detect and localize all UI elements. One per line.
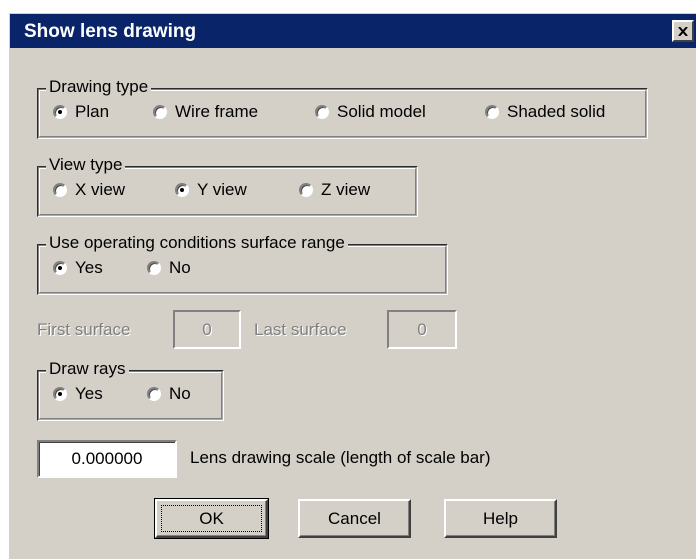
last-surface-value: 0 [417, 319, 427, 339]
view-type-legend: View type [46, 155, 126, 175]
last-surface-field: 0 [387, 310, 457, 349]
radio-draw-rays-no-label: No [169, 384, 191, 403]
radio-indicator[interactable] [147, 387, 161, 401]
radio-indicator[interactable] [53, 261, 67, 275]
radio-indicator[interactable] [53, 105, 67, 119]
help-button[interactable]: Help [444, 499, 557, 538]
radio-shaded-solid-label: Shaded solid [507, 102, 606, 121]
help-button-label: Help [483, 508, 518, 528]
radio-indicator[interactable] [485, 105, 499, 119]
first-surface-value: 0 [202, 319, 212, 339]
radio-solid-model[interactable]: Solid model [315, 102, 426, 122]
scale-value: 0.000000 [71, 449, 143, 468]
radio-surface-range-no[interactable]: No [147, 258, 191, 278]
radio-wire-frame[interactable]: Wire frame [153, 102, 258, 122]
radio-y-view-label: Y view [197, 180, 247, 199]
close-icon [678, 26, 688, 36]
radio-indicator[interactable] [299, 183, 313, 197]
cancel-button[interactable]: Cancel [298, 499, 411, 538]
scale-input[interactable]: 0.000000 [37, 440, 177, 478]
radio-surface-range-yes-label: Yes [75, 258, 103, 277]
cancel-button-label: Cancel [328, 508, 381, 528]
radio-surface-range-no-label: No [169, 258, 191, 277]
title-bar[interactable]: Show lens drawing [10, 14, 696, 48]
drawing-type-group: Drawing type Plan Wire frame Solid model… [37, 77, 648, 139]
radio-indicator[interactable] [147, 261, 161, 275]
radio-x-view-label: X view [75, 180, 126, 199]
draw-rays-legend: Draw rays [46, 359, 129, 379]
surface-range-group: Use operating conditions surface range Y… [37, 233, 448, 295]
close-button[interactable] [672, 20, 694, 42]
radio-indicator[interactable] [53, 387, 67, 401]
scale-label: Lens drawing scale (length of scale bar) [190, 448, 491, 467]
radio-y-view[interactable]: Y view [175, 180, 247, 200]
radio-shaded-solid[interactable]: Shaded solid [485, 102, 605, 122]
dialog-title: Show lens drawing [24, 21, 197, 42]
radio-x-view[interactable]: X view [53, 180, 125, 200]
ok-button[interactable]: OK [154, 498, 269, 539]
radio-plan-label: Plan [75, 102, 110, 121]
draw-rays-group: Draw rays Yes No [37, 359, 224, 421]
focus-rectangle [161, 505, 262, 532]
first-surface-field: 0 [173, 310, 241, 349]
last-surface-label: Last surface [254, 320, 347, 339]
radio-indicator[interactable] [53, 183, 67, 197]
radio-z-view[interactable]: Z view [299, 180, 370, 200]
radio-z-view-label: Z view [321, 180, 371, 199]
view-type-group: View type X view Y view Z view [37, 155, 418, 217]
radio-indicator[interactable] [315, 105, 329, 119]
radio-plan[interactable]: Plan [53, 102, 109, 122]
radio-indicator[interactable] [175, 183, 189, 197]
radio-draw-rays-yes-label: Yes [75, 384, 103, 403]
radio-solid-model-label: Solid model [337, 102, 426, 121]
radio-draw-rays-yes[interactable]: Yes [53, 384, 103, 404]
dialog-window: Show lens drawing Drawing type Plan Wire… [8, 12, 696, 559]
radio-wire-frame-label: Wire frame [175, 102, 259, 121]
radio-indicator[interactable] [153, 105, 167, 119]
surface-range-legend: Use operating conditions surface range [46, 233, 348, 253]
radio-surface-range-yes[interactable]: Yes [53, 258, 103, 278]
radio-draw-rays-no[interactable]: No [147, 384, 191, 404]
first-surface-label: First surface [37, 320, 131, 339]
drawing-type-legend: Drawing type [46, 77, 152, 97]
